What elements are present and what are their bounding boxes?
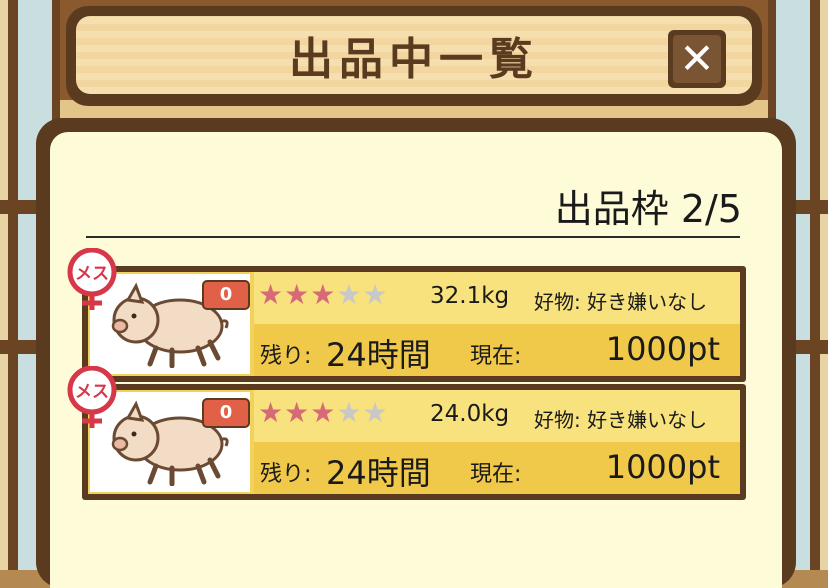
listing-body: 0 ★★★★★ 32.1kg 好物: 好き嫌いなし 残り: 24時間 現在: 1… (88, 272, 740, 376)
star-icon: ★ (362, 278, 389, 311)
dialog-title: 出品中一覧 (289, 34, 539, 85)
count-badge: 0 (202, 398, 250, 428)
pig-preference: 好物: 好き嫌いなし (534, 408, 708, 432)
title-board: 出品中一覧 ✕ (66, 6, 762, 106)
remaining-label: 残り: (260, 462, 312, 487)
listing-card[interactable]: 0 ★★★★★ 32.1kg 好物: 好き嫌いなし 残り: 24時間 現在: 1… (67, 248, 746, 382)
female-icon: メス (67, 366, 117, 428)
close-button[interactable]: ✕ (668, 30, 726, 88)
star-icon: ★ (336, 396, 363, 429)
pig-preference: 好物: 好き嫌いなし (534, 290, 708, 314)
star-icon: ★ (310, 278, 337, 311)
star-icon: ★ (258, 278, 285, 311)
rating-stars: ★★★★★ (258, 396, 389, 429)
star-icon: ★ (362, 396, 389, 429)
slot-count: 出品枠 2/5 (554, 187, 742, 231)
close-icon[interactable]: ✕ (673, 35, 721, 83)
count-badge: 0 (202, 280, 250, 310)
remaining-time: 24時間 (326, 454, 431, 492)
rating-stars: ★★★★★ (258, 278, 389, 311)
star-icon: ★ (336, 278, 363, 311)
listing-card[interactable]: 0 ★★★★★ 24.0kg 好物: 好き嫌いなし 残り: 24時間 現在: 1… (67, 366, 746, 500)
gender-label: メス (75, 264, 109, 284)
star-icon: ★ (310, 396, 337, 429)
star-icon: ★ (258, 396, 285, 429)
pig-weight: 32.1kg (430, 283, 510, 309)
current-price: 1000pt (605, 330, 720, 368)
current-price-label: 現在: (470, 462, 522, 487)
pig-weight: 24.0kg (430, 401, 510, 427)
star-icon: ★ (284, 396, 311, 429)
listing-body: 0 ★★★★★ 24.0kg 好物: 好き嫌いなし 残り: 24時間 現在: 1… (88, 390, 740, 494)
star-icon: ★ (284, 278, 311, 311)
current-price-label: 現在: (470, 344, 522, 369)
remaining-label: 残り: (260, 344, 312, 369)
gender-label: メス (75, 382, 109, 402)
title-plank: 出品中一覧 (76, 16, 752, 94)
current-price: 1000pt (605, 448, 720, 486)
remaining-time: 24時間 (326, 336, 431, 374)
female-icon: メス (67, 248, 117, 310)
divider (86, 236, 740, 238)
